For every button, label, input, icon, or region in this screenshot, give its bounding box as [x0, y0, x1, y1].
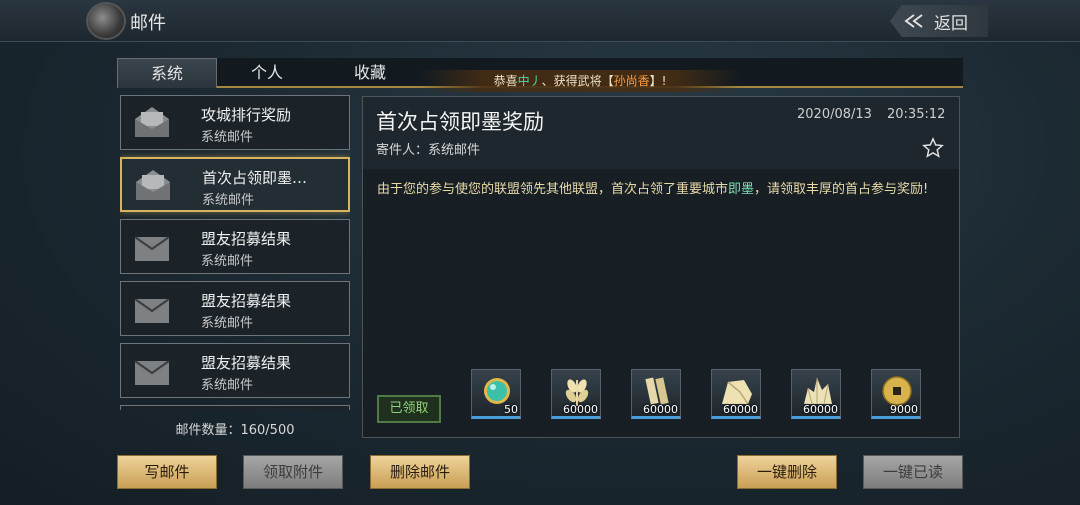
tab-personal[interactable]: 个人	[217, 58, 317, 88]
mail-subject: 首次占领即墨…	[202, 169, 308, 187]
reward-item[interactable]: 50	[471, 369, 521, 419]
mail-sender: 系统邮件	[201, 378, 254, 393]
body-city: 即墨	[728, 182, 755, 197]
list-item-partial[interactable]	[120, 405, 350, 410]
claim-attachment-button[interactable]: 领取附件	[243, 455, 343, 489]
top-bar: 邮件 返回	[0, 0, 1080, 42]
marquee-middle: 、获得武将【	[541, 74, 614, 88]
back-label: 返回	[934, 13, 968, 34]
envelope-open-icon	[136, 170, 170, 200]
list-item[interactable]: 盟友招募结果 系统邮件	[120, 343, 350, 398]
reward-item[interactable]: 60000	[711, 369, 761, 419]
delete-all-button[interactable]: 一键删除	[737, 455, 837, 489]
reward-qty: 60000	[563, 403, 598, 416]
write-mail-button[interactable]: 写邮件	[117, 455, 217, 489]
reward-item[interactable]: 60000	[791, 369, 841, 419]
mail-detail-date: 2020/08/13	[797, 107, 872, 122]
body-text: 由于您的参与使您的联盟领先其他联盟，首次占领了重要城市	[377, 182, 729, 197]
reward-qty: 50	[504, 403, 518, 416]
marquee-general: 孙尚香	[613, 74, 650, 88]
mail-subject: 攻城排行奖励	[201, 106, 292, 124]
tab-system[interactable]: 系统	[117, 58, 217, 88]
list-item[interactable]: 盟友招募结果 系统邮件	[120, 219, 350, 274]
back-button[interactable]: 返回	[890, 5, 988, 37]
mail-emblem-icon	[86, 2, 126, 40]
envelope-open-icon	[135, 107, 169, 137]
mail-subject: 盟友招募结果	[201, 292, 292, 310]
mail-count: 邮件数量：160/500	[175, 423, 295, 438]
list-item[interactable]: 盟友招募结果 系统邮件	[120, 281, 350, 336]
claimed-badge: 已领取	[377, 395, 441, 423]
marquee-suffix: 】!	[649, 74, 667, 88]
mail-detail-panel: 首次占领即墨奖励 寄件人：系统邮件 2020/08/13 20:35:12 由于…	[362, 96, 960, 438]
reward-item[interactable]: 9000	[871, 369, 921, 419]
reward-qty: 9000	[890, 403, 918, 416]
mail-detail-time: 20:35:12	[887, 107, 946, 122]
mail-detail-header: 首次占领即墨奖励 寄件人：系统邮件 2020/08/13 20:35:12	[363, 97, 959, 169]
announcement-marquee: 恭喜中丿、获得武将【孙尚香】!	[420, 70, 740, 92]
reward-item[interactable]: 60000	[631, 369, 681, 419]
envelope-closed-icon	[134, 298, 170, 323]
page-title: 邮件	[130, 13, 166, 34]
favorite-star-icon[interactable]	[922, 137, 944, 159]
reward-qty: 60000	[643, 403, 678, 416]
mail-sender: 系统邮件	[201, 316, 254, 331]
tab-favorites[interactable]: 收藏	[320, 58, 420, 88]
mail-sender: 系统邮件	[202, 193, 255, 208]
mail-subject: 盟友招募结果	[201, 354, 292, 372]
body-text-end: ，请领取丰厚的首占参与奖励!	[754, 182, 929, 197]
mail-detail-body: 由于您的参与使您的联盟领先其他联盟，首次占领了重要城市即墨，请领取丰厚的首占参与…	[377, 179, 949, 200]
list-item[interactable]: 攻城排行奖励 系统邮件	[120, 95, 350, 150]
mail-sender: 系统邮件	[201, 254, 254, 269]
reward-item[interactable]: 60000	[551, 369, 601, 419]
back-arrow-icon	[904, 14, 923, 28]
delete-mail-button[interactable]: 删除邮件	[370, 455, 470, 489]
envelope-closed-icon	[134, 236, 170, 261]
marquee-prefix: 恭喜	[493, 74, 518, 88]
reward-qty: 60000	[803, 403, 838, 416]
mail-sender: 系统邮件	[201, 130, 254, 145]
list-item-selected[interactable]: 首次占领即墨… 系统邮件	[120, 157, 350, 212]
envelope-closed-icon	[134, 360, 170, 385]
reward-qty: 60000	[723, 403, 758, 416]
mail-subject: 盟友招募结果	[201, 230, 292, 248]
mail-detail-title: 首次占领即墨奖励	[376, 110, 544, 134]
mark-all-read-button[interactable]: 一键已读	[863, 455, 963, 489]
marquee-player: 中丿	[517, 74, 542, 88]
mail-list[interactable]: 攻城排行奖励 系统邮件 首次占领即墨… 系统邮件 盟友招募结果 系统邮件 盟友招…	[120, 95, 350, 410]
mail-detail-sender: 寄件人：系统邮件	[376, 143, 481, 158]
